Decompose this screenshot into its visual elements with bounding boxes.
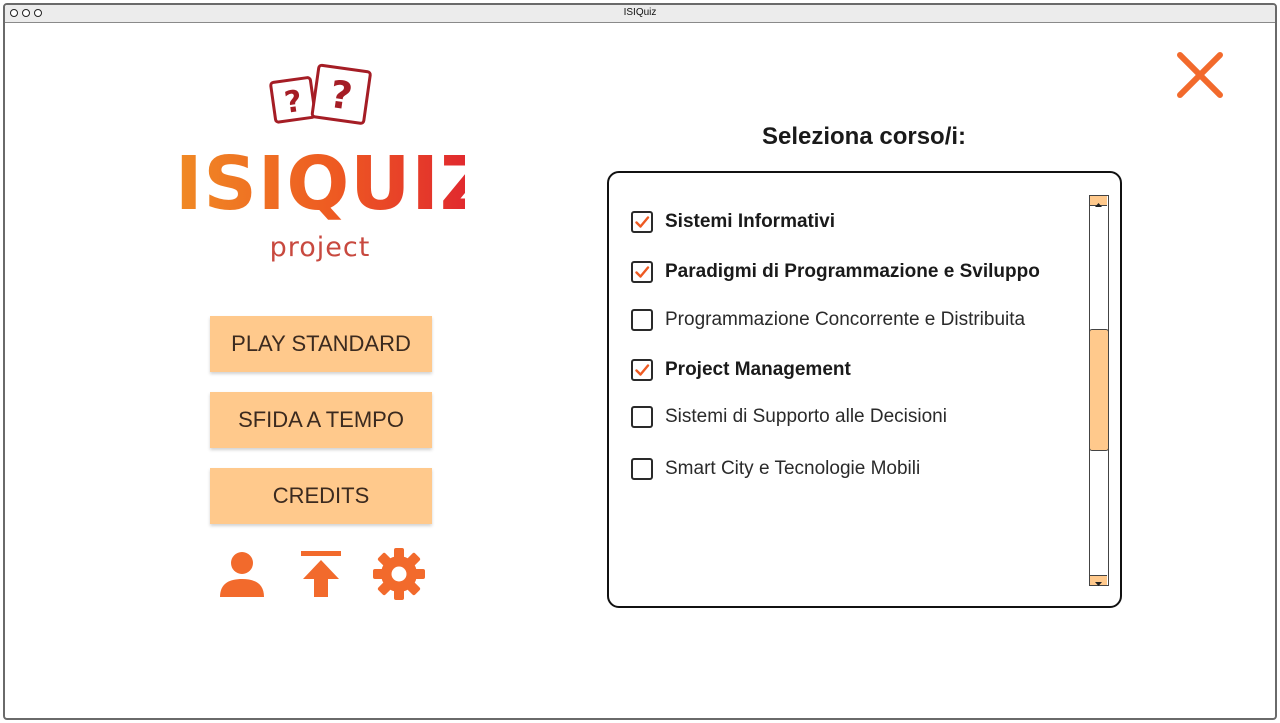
isiquiz-logo: ? ? ISIQUIZ project [175, 62, 495, 272]
course-list-panel: Sistemi Informativi Paradigmi di Programm… [607, 171, 1122, 608]
checkbox-checked[interactable] [631, 211, 653, 233]
course-label: Sistemi Informativi [665, 211, 835, 232]
course-item[interactable]: Smart City e Tecnologie Mobili [631, 456, 1081, 482]
play-standard-button[interactable]: PLAY STANDARD [210, 316, 432, 372]
course-label: Smart City e Tecnologie Mobili [665, 458, 921, 479]
course-label: Sistemi di Supporto alle Decisioni [665, 406, 947, 427]
checkbox-checked[interactable] [631, 359, 653, 381]
course-label: Project Management [665, 359, 851, 380]
credits-button[interactable]: CREDITS [210, 468, 432, 524]
scrollbar[interactable] [1089, 195, 1109, 586]
sfida-a-tempo-button[interactable]: SFIDA A TEMPO [210, 392, 432, 448]
course-item[interactable]: Paradigmi di Programmazione e Sviluppo [631, 259, 1081, 285]
check-icon [635, 266, 650, 278]
course-label: Paradigmi di Programmazione e Sviluppo [665, 261, 1040, 282]
gear-icon[interactable] [371, 546, 427, 602]
check-icon [635, 216, 650, 228]
close-icon[interactable] [1174, 49, 1226, 101]
upload-icon[interactable] [293, 546, 349, 602]
dice-icon: ? ? [269, 63, 372, 125]
course-item[interactable]: Sistemi di Supporto alle Decisioni [631, 404, 1081, 430]
check-icon [635, 364, 650, 376]
checkbox-unchecked[interactable] [631, 309, 653, 331]
window-title: ISIQuiz [623, 7, 657, 18]
course-item[interactable]: Sistemi Informativi [631, 209, 1081, 235]
scrollbar-thumb[interactable] [1089, 329, 1109, 451]
title-bar: ISIQuiz [5, 5, 1275, 23]
scroll-down-button[interactable] [1090, 575, 1107, 586]
brand-subtitle: project [269, 232, 371, 263]
checkbox-checked[interactable] [631, 261, 653, 283]
checkbox-unchecked[interactable] [631, 458, 653, 480]
scroll-up-button[interactable] [1090, 196, 1107, 207]
course-label: Programmazione Concorrente e Distribuita [665, 309, 1026, 330]
checkbox-unchecked[interactable] [631, 406, 653, 428]
course-item[interactable]: Project Management [631, 357, 1081, 383]
brand-name: ISIQUIZ [175, 141, 495, 227]
course-item[interactable]: Programmazione Concorrente e Distribuita [631, 307, 1081, 333]
course-panel-title: Seleziona corso/i: [761, 123, 967, 150]
user-icon[interactable] [214, 546, 270, 602]
